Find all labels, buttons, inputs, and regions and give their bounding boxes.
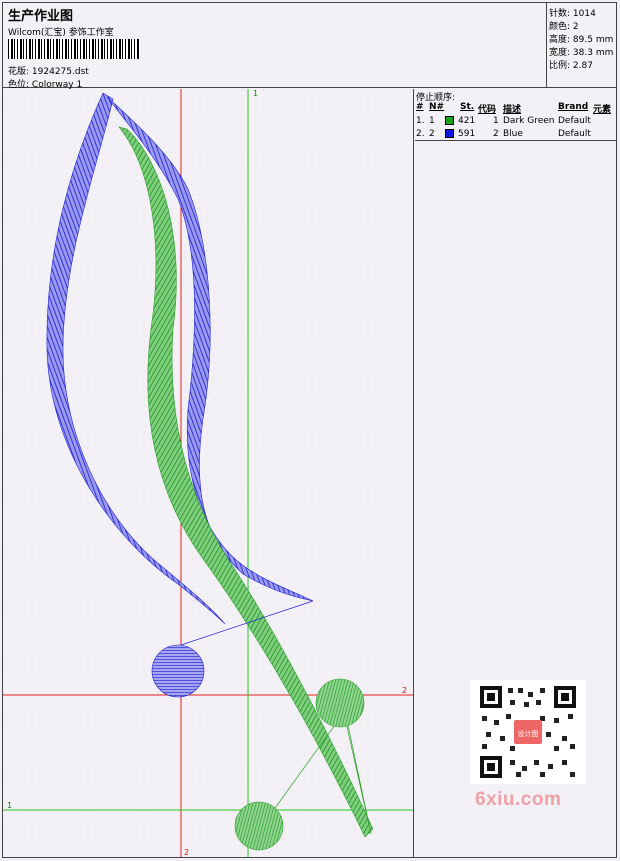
green-horizontal-guide-label: 1 bbox=[7, 801, 12, 810]
thread-swatch-blue bbox=[445, 129, 454, 138]
stat-scale: 比例: 2.87 bbox=[549, 61, 593, 71]
company-name: Wilcom(汇宝) 参饰工作室 bbox=[8, 28, 114, 38]
blue-circle-motif bbox=[151, 644, 205, 698]
qr-badge-text: 设计图 bbox=[518, 729, 539, 738]
col-header-brand: Brand bbox=[558, 102, 589, 112]
stat-colors: 颜色: 2 bbox=[549, 22, 579, 32]
thread-swatch-green bbox=[445, 116, 454, 125]
stat-stitches: 针数: 1014 bbox=[549, 9, 596, 19]
barcode bbox=[8, 39, 140, 59]
col-header-n: N# bbox=[429, 102, 445, 112]
sheet-header: 生产作业图 Wilcom(汇宝) 参饰工作室 花版: 1924275.dst 色… bbox=[2, 2, 547, 90]
col-header-idx: # bbox=[416, 102, 424, 112]
design-canvas[interactable]: 1 1 2 2 bbox=[3, 89, 414, 857]
green-circle-motif-lower bbox=[234, 801, 284, 851]
stat-width: 宽度: 38.3 mm bbox=[549, 48, 614, 58]
red-vertical-guide-label: 2 bbox=[184, 848, 189, 857]
stat-height: 高度: 89.5 mm bbox=[549, 35, 614, 45]
watermark-text: 6xiu.com bbox=[475, 789, 562, 810]
stop-sequence-panel: 停止顺序: # N# St. 代码 描述 Brand 元素 1. 1 421 1… bbox=[415, 89, 617, 141]
design-value: 1924275.dst bbox=[31, 67, 89, 77]
design-label: 花版: bbox=[8, 67, 30, 77]
embroidery-preview: 1 1 2 2 bbox=[3, 89, 413, 857]
design-file: 花版: 1924275.dst bbox=[8, 64, 89, 77]
green-circle-motif-upper bbox=[315, 678, 365, 728]
col-header-elem: 元素 bbox=[593, 105, 612, 115]
qr-code: 设计图 bbox=[470, 680, 586, 784]
red-horizontal-guide-label: 2 bbox=[402, 686, 407, 695]
green-vertical-guide-label: 1 bbox=[253, 89, 258, 98]
col-header-code: 代码 bbox=[478, 105, 497, 115]
page-title: 生产作业图 bbox=[8, 9, 74, 24]
col-header-st: St. bbox=[460, 102, 475, 112]
col-header-desc: 描述 bbox=[503, 105, 522, 115]
stats-panel: 针数: 1014 颜色: 2 高度: 89.5 mm 宽度: 38.3 mm 比… bbox=[547, 2, 617, 88]
